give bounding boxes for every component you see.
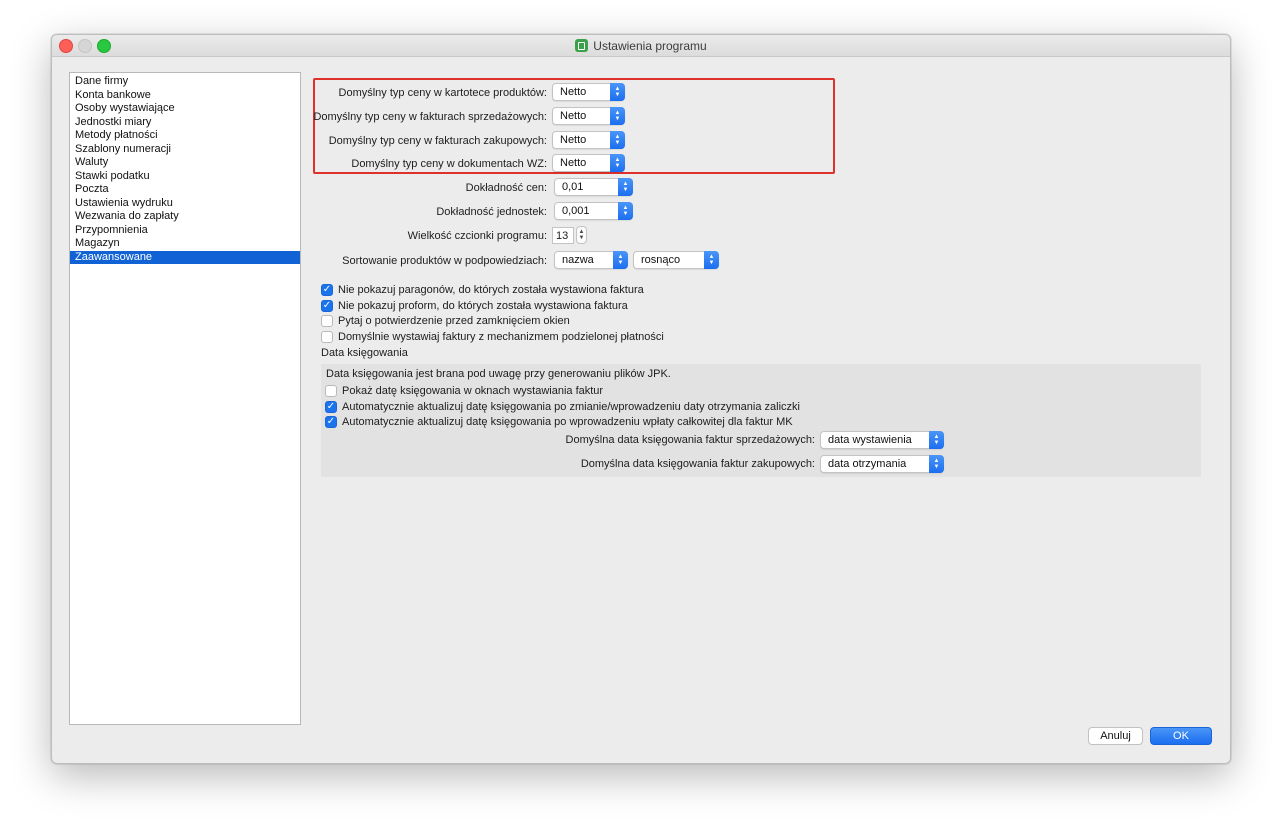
price-sales-label: Domyślny typ ceny w fakturach sprzedażow… — [313, 111, 547, 123]
sidebar-item-jednostki-miary[interactable]: Jednostki miary — [70, 116, 300, 130]
sorting-order-select[interactable]: rosnąco ▲ ▼ — [633, 251, 719, 269]
sidebar-item-ustawienia-wydruku[interactable]: Ustawienia wydruku — [70, 197, 300, 211]
sidebar-item-dane-firmy[interactable]: Dane firmy — [70, 75, 300, 89]
cancel-button[interactable]: Anuluj — [1088, 727, 1143, 745]
checkbox-checked-icon[interactable]: ✓ — [325, 400, 337, 413]
sidebar-item-magazyn[interactable]: Magazyn — [70, 237, 300, 251]
app-icon — [575, 39, 589, 52]
select-arrows-icon: ▲ ▼ — [618, 202, 633, 220]
auto-update-mk-checkbox[interactable]: ✓ Automatycznie aktualizuj datę księgowa… — [325, 414, 793, 429]
sidebar-item-metody-platnosci[interactable]: Metody płatności — [70, 129, 300, 143]
sorting-label: Sortowanie produktów w podpowiedziach: — [342, 255, 547, 267]
select-arrows-icon: ▲ ▼ — [610, 107, 625, 125]
price-products-select[interactable]: Netto ▲ ▼ — [552, 83, 625, 101]
select-arrows-icon: ▲ ▼ — [610, 154, 625, 172]
select-arrows-icon: ▲ ▼ — [610, 83, 625, 101]
select-arrows-icon: ▲ ▼ — [610, 131, 625, 149]
sidebar-item-waluty[interactable]: Waluty — [70, 156, 300, 170]
unit-precision-select[interactable]: 0,001 ▲ ▼ — [554, 202, 633, 220]
checkbox-checked-icon[interactable]: ✓ — [325, 415, 337, 428]
price-purchases-label: Domyślny typ ceny w fakturach zakupowych… — [328, 135, 547, 147]
hide-receipts-checkbox[interactable]: ✓ Nie pokazuj paragonów, do których zost… — [321, 282, 644, 297]
purchase-booking-date-label: Domyślna data księgowania faktur zakupow… — [580, 458, 815, 470]
sorting-field-select[interactable]: nazwa ▲ ▼ — [554, 251, 628, 269]
select-arrows-icon: ▲ ▼ — [613, 251, 628, 269]
font-size-label: Wielkość czcionki programu: — [407, 230, 547, 242]
purchase-booking-date-select[interactable]: data otrzymania ▲ ▼ — [820, 455, 944, 473]
title-bar: Ustawienia programu — [52, 35, 1230, 57]
sidebar-item-konta-bankowe[interactable]: Konta bankowe — [70, 89, 300, 103]
price-wz-label: Domyślny typ ceny w dokumentach WZ: — [351, 158, 547, 170]
select-arrows-icon: ▲ ▼ — [929, 431, 944, 449]
select-arrows-icon: ▲ ▼ — [929, 455, 944, 473]
checkbox-checked-icon[interactable]: ✓ — [321, 283, 333, 296]
sidebar-item-przypomnienia[interactable]: Przypomnienia — [70, 224, 300, 238]
sales-booking-date-label: Domyślna data księgowania faktur sprzeda… — [565, 434, 815, 446]
sidebar-item-wezwania-do-zaplaty[interactable]: Wezwania do zapłaty — [70, 210, 300, 224]
select-arrows-icon: ▲ ▼ — [704, 251, 719, 269]
checkbox-checked-icon[interactable]: ✓ — [321, 299, 333, 312]
booking-description: Data księgowania jest brana pod uwagę pr… — [326, 368, 671, 380]
sidebar-item-szablony-numeracji[interactable]: Szablony numeracji — [70, 143, 300, 157]
price-products-label: Domyślny typ ceny w kartotece produktów: — [338, 87, 547, 99]
price-precision-label: Dokładność cen: — [465, 182, 547, 194]
settings-category-list[interactable]: Dane firmy Konta bankowe Osoby wystawiaj… — [69, 72, 301, 725]
price-precision-select[interactable]: 0,01 ▲ ▼ — [554, 178, 633, 196]
sidebar-item-zaawansowane[interactable]: Zaawansowane — [70, 250, 300, 264]
settings-window: Ustawienia programu Dane firmy Konta ban… — [51, 34, 1231, 764]
sidebar-item-osoby-wystawiajace[interactable]: Osoby wystawiające — [70, 102, 300, 116]
stepper-down-icon: ▼ — [578, 235, 585, 241]
ok-button[interactable]: OK — [1150, 727, 1212, 745]
hide-proformas-checkbox[interactable]: ✓ Nie pokazuj proform, do których został… — [321, 298, 628, 313]
unit-precision-label: Dokładność jednostek: — [436, 206, 547, 218]
checkbox-unchecked-icon[interactable] — [325, 384, 337, 397]
sales-booking-date-select[interactable]: data wystawienia ▲ ▼ — [820, 431, 944, 449]
confirm-close-checkbox[interactable]: Pytaj o potwierdzenie przed zamknięciem … — [321, 313, 570, 328]
split-payment-checkbox[interactable]: Domyślnie wystawiaj faktury z mechanizme… — [321, 329, 664, 344]
sidebar-item-poczta[interactable]: Poczta — [70, 183, 300, 197]
sidebar-item-stawki-podatku[interactable]: Stawki podatku — [70, 170, 300, 184]
select-arrows-icon: ▲ ▼ — [618, 178, 633, 196]
checkbox-unchecked-icon[interactable] — [321, 314, 333, 327]
font-size-input[interactable]: 13 — [552, 227, 574, 244]
booking-section-title: Data księgowania — [321, 347, 408, 359]
price-sales-select[interactable]: Netto ▲ ▼ — [552, 107, 625, 125]
price-purchases-select[interactable]: Netto ▲ ▼ — [552, 131, 625, 149]
window-title: Ustawienia programu — [593, 38, 707, 53]
checkbox-unchecked-icon[interactable] — [321, 330, 333, 343]
show-booking-date-checkbox[interactable]: Pokaż datę księgowania w oknach wystawia… — [325, 383, 603, 398]
font-size-stepper[interactable]: ▲ ▼ — [576, 226, 587, 244]
auto-update-advance-checkbox[interactable]: ✓ Automatycznie aktualizuj datę księgowa… — [325, 399, 800, 414]
price-wz-select[interactable]: Netto ▲ ▼ — [552, 154, 625, 172]
